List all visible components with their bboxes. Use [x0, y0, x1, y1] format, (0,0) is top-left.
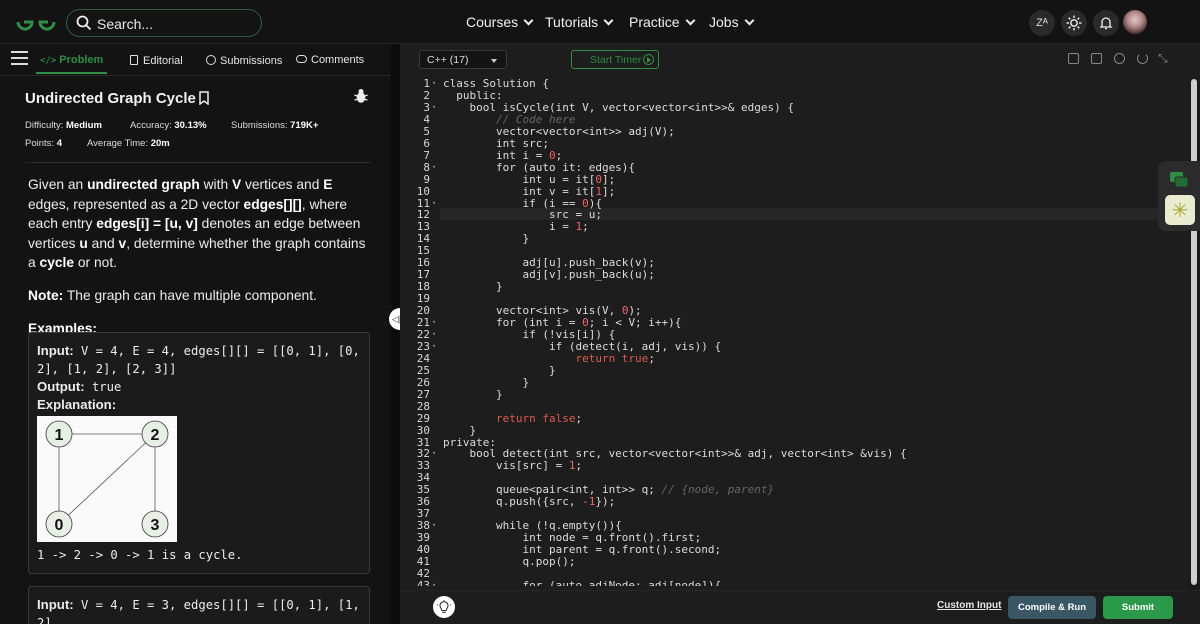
document-icon	[130, 55, 138, 65]
example-graph-image: 1 2 0 3	[37, 416, 177, 542]
nav-practice[interactable]: Practice	[629, 14, 696, 30]
fold-arrow-icon[interactable]: ▾	[432, 79, 436, 87]
custom-input-link[interactable]: Custom Input	[937, 600, 1001, 611]
note: Note: The graph can have multiple compon…	[28, 287, 317, 303]
import-icon[interactable]	[1091, 53, 1102, 64]
dropdown-arrow-icon	[491, 59, 497, 63]
difficulty: Difficulty: Medium	[25, 120, 102, 131]
chevron-down-icon	[523, 15, 534, 26]
bug-report-icon[interactable]	[354, 88, 368, 104]
user-avatar[interactable]	[1123, 10, 1147, 34]
clock-icon	[206, 55, 216, 65]
menu-icon[interactable]	[11, 51, 28, 66]
fold-arrow-icon[interactable]: ▾	[432, 318, 436, 326]
svg-text:3: 3	[151, 517, 160, 534]
bookmark-icon[interactable]	[198, 91, 210, 106]
fold-arrow-icon[interactable]: ▾	[432, 449, 436, 457]
svg-text:1: 1	[55, 427, 64, 444]
divider	[25, 162, 371, 163]
fold-arrow-icon[interactable]: ▾	[432, 103, 436, 111]
fold-arrow-icon[interactable]: ▾	[432, 581, 436, 586]
editor-bottom-bar: Custom Input Compile & Run Submit	[400, 590, 1200, 624]
nav-tutorials[interactable]: Tutorials	[545, 14, 614, 30]
translate-icon[interactable]: Zᴬ	[1029, 10, 1055, 36]
fullscreen-icon[interactable]: ⤡	[1158, 51, 1168, 66]
code-line[interactable]: }	[443, 232, 529, 245]
chevron-down-icon	[744, 15, 755, 26]
code-line[interactable]: q.pop();	[443, 555, 575, 568]
lightbulb-hint-icon[interactable]	[433, 596, 455, 618]
search-placeholder: Search...	[97, 16, 154, 32]
submit-button[interactable]: Submit	[1103, 596, 1173, 619]
svg-text:0: 0	[55, 517, 64, 534]
language-select[interactable]: C++ (17)	[419, 50, 507, 69]
code-icon: </>	[40, 56, 57, 66]
theme-sun-icon[interactable]	[1061, 10, 1087, 36]
problem-description: Given an undirected graph with V vertice…	[28, 175, 373, 339]
search-bar[interactable]: Search...	[66, 9, 262, 37]
comment-icon	[296, 55, 307, 63]
fold-arrow-icon[interactable]: ▾	[432, 199, 436, 207]
settings-icon[interactable]	[1114, 53, 1125, 64]
nav-jobs[interactable]: Jobs	[709, 14, 755, 30]
editor-toolbar: C++ (17) Start Timer ⤡	[400, 44, 1200, 76]
ai-assistant-icon[interactable]: ✳	[1165, 195, 1195, 225]
code-editor-panel: C++ (17) Start Timer ⤡ 1 ▾ class Solution …	[400, 44, 1200, 624]
play-icon	[643, 54, 654, 65]
tab-problem[interactable]: </> Problem	[35, 54, 108, 74]
average-time: Average Time: 20m	[87, 138, 170, 149]
tab-submissions[interactable]: Submissions	[206, 54, 282, 67]
start-timer-button[interactable]: Start Timer	[571, 50, 659, 69]
submissions-count: Submissions: 719K+	[231, 120, 319, 131]
reset-icon[interactable]	[1137, 53, 1148, 64]
line-number: 43	[416, 578, 430, 586]
code-area[interactable]: 1 ▾ class Solution {2 public: 3 ▾ bool isCyc…	[400, 76, 1190, 586]
notification-bell-icon[interactable]	[1093, 10, 1119, 36]
code-line[interactable]: q.push({src, -1});	[443, 495, 615, 508]
top-navbar: Search... Courses Tutorials Practice Job…	[0, 0, 1200, 44]
svg-text:2: 2	[151, 427, 160, 444]
fold-arrow-icon[interactable]: ▾	[432, 521, 436, 529]
example-2: Input: V = 4, E = 3, edges[][] = [[0, 1]…	[28, 586, 370, 624]
code-line[interactable]: vis[src] = 1;	[443, 459, 582, 472]
points: Points: 4	[25, 138, 62, 149]
problem-title: Undirected Graph Cycle	[25, 89, 210, 107]
compile-run-button[interactable]: Compile & Run	[1008, 596, 1096, 619]
fold-arrow-icon[interactable]: ▾	[432, 330, 436, 338]
gfg-logo[interactable]	[14, 11, 58, 33]
chevron-down-icon	[685, 15, 696, 26]
tab-editorial[interactable]: Editorial	[130, 54, 183, 67]
code-line[interactable]: }	[443, 388, 503, 401]
problem-panel: </> Problem Editorial Submissions Comment…	[0, 44, 390, 624]
code-line[interactable]: for (auto adjNode: adj[node]){	[443, 579, 721, 586]
nav-courses[interactable]: Courses	[466, 14, 534, 30]
fold-arrow-icon[interactable]: ▾	[432, 342, 436, 350]
fold-arrow-icon[interactable]: ▾	[432, 163, 436, 171]
chat-icon[interactable]	[1169, 171, 1189, 189]
editor-scrollbar[interactable]	[1189, 76, 1199, 590]
tab-comments[interactable]: Comments	[296, 54, 364, 66]
problem-tabs: </> Problem Editorial Submissions Comment…	[0, 44, 390, 76]
panel-divider[interactable]	[391, 44, 400, 624]
code-line[interactable]: }	[443, 280, 503, 293]
floating-widget: ✳	[1158, 161, 1200, 231]
search-icon	[76, 15, 92, 31]
copy-icon[interactable]	[1068, 53, 1079, 64]
example-1: Input: V = 4, E = 4, edges[][] = [[0, 1]…	[28, 332, 370, 574]
accuracy: Accuracy: 30.13%	[130, 120, 207, 131]
chevron-down-icon	[603, 15, 614, 26]
